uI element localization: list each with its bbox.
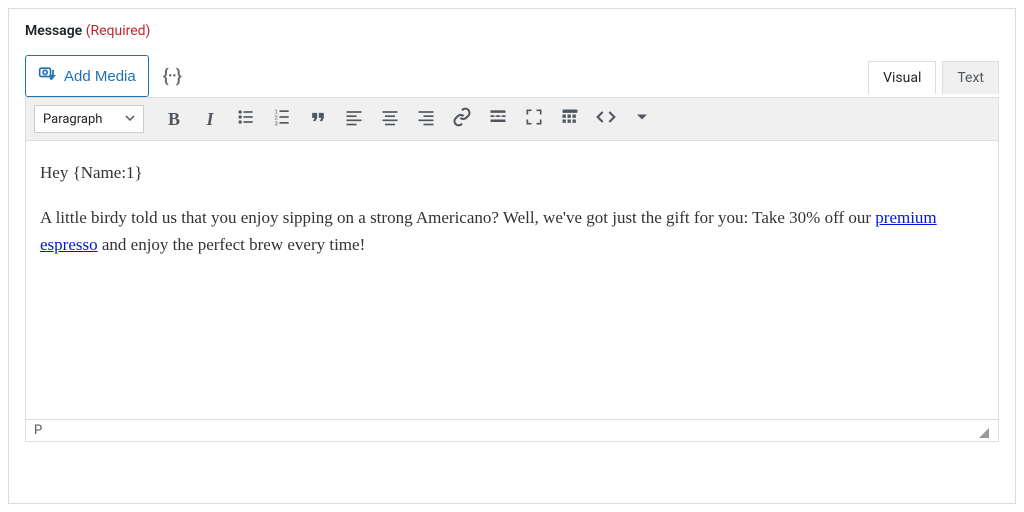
body-before-link: A little birdy told us that you enjoy si… [40,208,875,227]
left-buttons: Add Media {··} [25,55,181,97]
tab-text[interactable]: Text [942,61,999,94]
tab-visual[interactable]: Visual [868,61,936,94]
numbered-list-icon: 123 [272,107,292,131]
body-after-link: and enjoy the perfect brew every time! [98,235,366,254]
add-media-label: Add Media [64,68,136,85]
bullet-list-icon [236,107,256,131]
editor-tabs: Visual Text [868,60,999,93]
numbered-list-button[interactable]: 123 [266,104,298,134]
camera-music-icon [38,64,58,88]
align-center-button[interactable] [374,104,406,134]
required-indicator: (Required) [86,23,151,39]
quote-icon [308,107,328,131]
content-body: A little birdy told us that you enjoy si… [40,204,984,258]
align-center-icon [380,107,400,131]
resize-handle[interactable] [974,423,990,439]
code-icon [596,107,616,131]
align-right-icon [416,107,436,131]
format-select[interactable]: Paragraph [34,105,144,133]
align-left-button[interactable] [338,104,370,134]
message-field-container: Message (Required) Add Media {··} Visual… [8,8,1016,504]
toolbar-toggle-button[interactable] [554,104,586,134]
fullscreen-button[interactable] [518,104,550,134]
link-icon [452,107,472,131]
editor-top-row: Add Media {··} Visual Text [25,55,999,97]
code-button[interactable] [590,104,622,134]
editor-content[interactable]: Hey {Name:1} A little birdy told us that… [26,141,998,419]
fullscreen-icon [524,107,544,131]
chevron-down-icon [125,112,135,127]
insert-more-button[interactable] [482,104,514,134]
field-label: Message (Required) [25,23,999,39]
format-select-value: Paragraph [43,112,102,127]
chevron-down-icon [632,107,652,131]
editor-toolbar: Paragraph B I 123 [26,98,998,141]
align-right-button[interactable] [410,104,442,134]
bullet-list-button[interactable] [230,104,262,134]
editor-status-bar: P [26,419,998,441]
field-label-text: Message [25,23,82,39]
more-dropdown-button[interactable] [626,104,658,134]
element-path[interactable]: P [34,423,42,438]
align-left-icon [344,107,364,131]
content-greeting: Hey {Name:1} [40,159,984,186]
blockquote-button[interactable] [302,104,334,134]
merge-tags-button[interactable]: {··} [163,66,181,87]
kitchen-sink-icon [560,107,580,131]
svg-text:3: 3 [275,121,278,127]
bold-button[interactable]: B [158,104,190,134]
add-media-button[interactable]: Add Media [25,55,149,97]
read-more-icon [488,107,508,131]
link-button[interactable] [446,104,478,134]
italic-button[interactable]: I [194,104,226,134]
editor-wrapper: Paragraph B I 123 [25,97,999,442]
